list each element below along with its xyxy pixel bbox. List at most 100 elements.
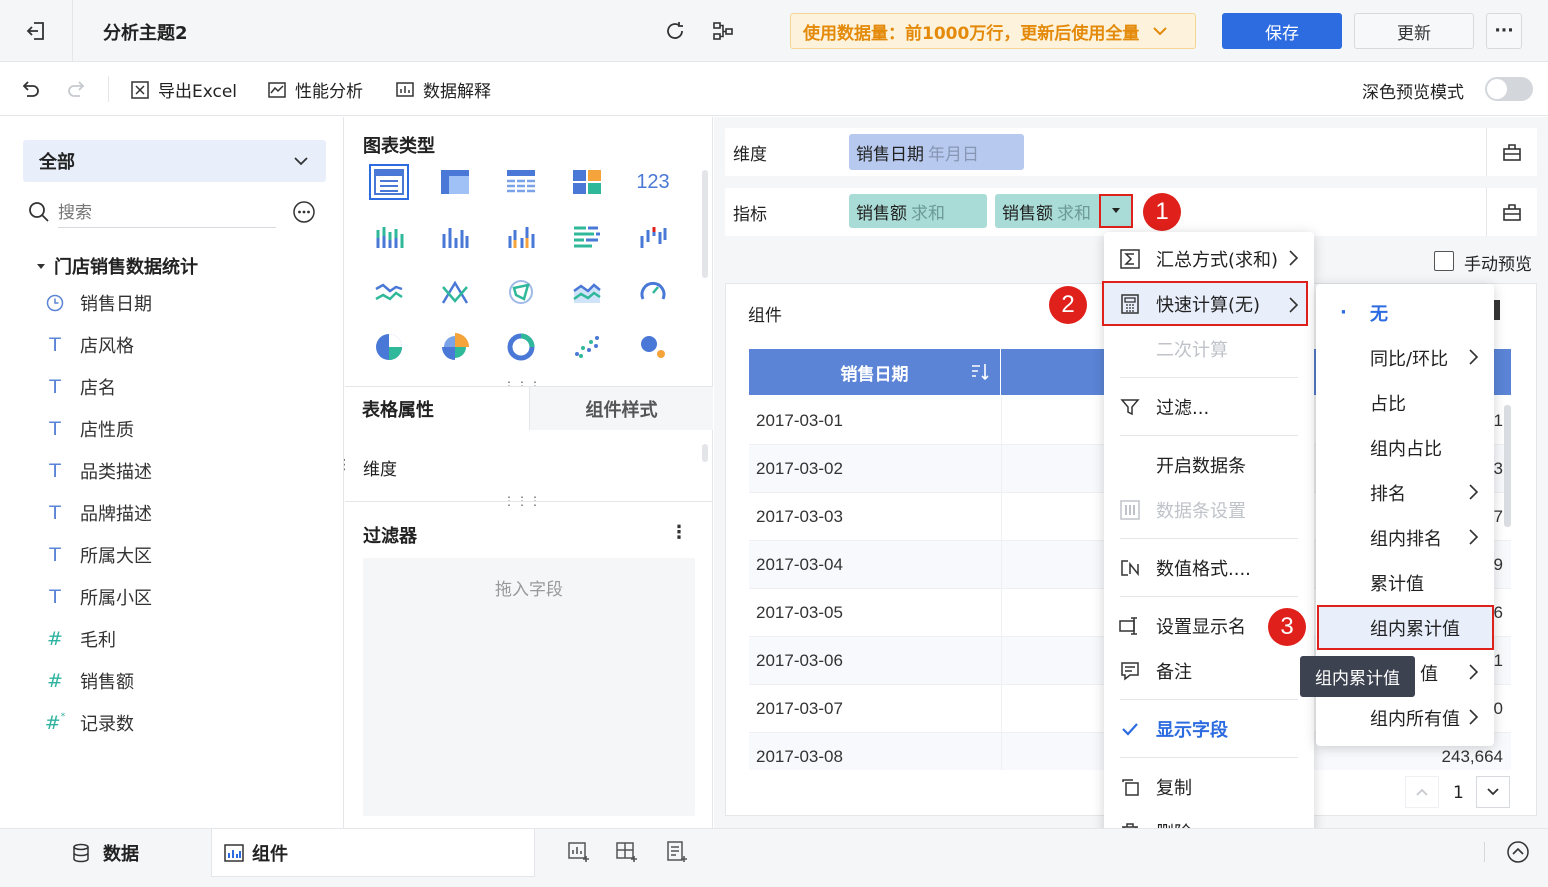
data-explain-button[interactable]: 数据解释 <box>395 77 491 102</box>
submenu-item-rank[interactable]: 排名 <box>1316 470 1494 515</box>
add-component-icon[interactable] <box>567 840 591 864</box>
menu-divider <box>1120 538 1298 539</box>
exit-icon[interactable] <box>24 18 50 44</box>
performance-analysis-button[interactable]: 性能分析 <box>267 77 363 102</box>
tab-component-style[interactable]: 组件样式 <box>529 387 713 430</box>
relation-icon[interactable] <box>711 19 735 43</box>
field-item[interactable]: T 所属小区 <box>44 576 324 618</box>
pie-chart-icon[interactable] <box>369 329 409 365</box>
field-item[interactable]: T 店性质 <box>44 408 324 450</box>
measure-pill[interactable]: 销售额 求和 <box>849 194 987 228</box>
multi-column-icon[interactable] <box>501 219 541 255</box>
data-usage-notice[interactable]: 使用数据量：前1000万行，更新后使用全量 <box>790 13 1196 49</box>
pill-dropdown-button[interactable] <box>1099 194 1133 228</box>
detail-table-icon[interactable] <box>501 164 541 200</box>
menu-label: 过滤... <box>1156 397 1210 419</box>
pager-next-icon[interactable] <box>1476 776 1510 808</box>
menu-item-show-field[interactable]: 显示字段 <box>1104 706 1314 751</box>
collapse-up-icon[interactable] <box>1506 840 1530 864</box>
grouped-bar-icon[interactable] <box>369 219 409 255</box>
menu-item-aggregation[interactable]: 汇总方式(求和) <box>1104 236 1314 281</box>
submenu-item-percent[interactable]: 占比 <box>1316 380 1494 425</box>
save-button[interactable]: 保存 <box>1222 13 1342 49</box>
undo-icon[interactable] <box>19 78 41 100</box>
dimension-settings-icon[interactable] <box>1486 128 1536 176</box>
caret-down-icon <box>1111 207 1121 215</box>
radar-chart-icon[interactable] <box>501 274 541 310</box>
field-item[interactable]: T 店名 <box>44 366 324 408</box>
submenu-item-group-percent[interactable]: 组内占比 <box>1316 425 1494 470</box>
field-search-input[interactable] <box>58 198 276 228</box>
tab-table-props[interactable]: 表格属性 <box>345 387 529 430</box>
field-item[interactable]: # 销售额 <box>44 660 324 702</box>
number-card-icon[interactable]: 123 <box>633 164 673 200</box>
submenu-scrollbar[interactable] <box>1494 300 1500 320</box>
field-item[interactable]: 销售日期 <box>44 282 324 324</box>
kpi-card-icon[interactable] <box>567 164 607 200</box>
donut-chart-icon[interactable] <box>501 329 541 365</box>
refresh-icon[interactable] <box>663 19 687 43</box>
table-scrollbar[interactable] <box>1504 405 1511 527</box>
bottom-tab-data[interactable]: 数据 <box>0 829 210 877</box>
sort-icon[interactable] <box>970 362 990 382</box>
menu-item-note[interactable]: 备注 <box>1104 648 1314 693</box>
column-chart-icon[interactable] <box>435 219 475 255</box>
filter-more-icon[interactable]: ⋮ <box>670 522 688 543</box>
number-icon: # <box>47 628 63 650</box>
dataset-node[interactable]: 门店销售数据统计 <box>36 253 198 279</box>
property-scrollbar[interactable] <box>702 444 708 462</box>
menu-item-quick-calc[interactable]: 快速计算(无) <box>1102 281 1308 326</box>
bubble-chart-icon[interactable] <box>633 329 673 365</box>
scope-select[interactable]: 全部 <box>23 140 326 182</box>
bar-chart-icon[interactable] <box>567 219 607 255</box>
export-excel-button[interactable]: 导出Excel <box>130 77 237 102</box>
rose-chart-icon[interactable] <box>435 329 475 365</box>
manual-preview-checkbox[interactable] <box>1434 251 1454 271</box>
submenu-item-group-rank[interactable]: 组内排名 <box>1316 515 1494 560</box>
line-chart-icon[interactable] <box>369 274 409 310</box>
update-button[interactable]: 更新 <box>1354 13 1474 49</box>
waterfall-chart-icon[interactable] <box>633 219 673 255</box>
field-item[interactable]: T 品牌描述 <box>44 492 324 534</box>
menu-label: 备注 <box>1156 661 1192 683</box>
cross-table-icon[interactable] <box>435 164 475 200</box>
menu-item-filter[interactable]: 过滤... <box>1104 384 1314 429</box>
more-options-icon[interactable] <box>292 200 316 224</box>
field-item[interactable]: T 品类描述 <box>44 450 324 492</box>
add-report-icon[interactable] <box>665 840 689 864</box>
submenu-item-group-all[interactable]: 组内所有值 <box>1316 695 1494 740</box>
field-item[interactable]: # 毛利 <box>44 618 324 660</box>
add-dashboard-icon[interactable] <box>615 840 639 864</box>
gauge-chart-icon[interactable] <box>633 274 673 310</box>
field-item[interactable]: # * 记录数 <box>44 702 324 744</box>
dark-preview-toggle[interactable] <box>1485 77 1533 101</box>
field-label: 店性质 <box>80 420 134 441</box>
dimension-pill[interactable]: 销售日期 年月日 <box>849 134 1024 170</box>
filter-drop-zone[interactable]: 拖入字段 <box>363 558 695 816</box>
area-chart-icon[interactable] <box>567 274 607 310</box>
menu-item-databar-on[interactable]: 开启数据条 <box>1104 442 1314 487</box>
scatter-chart-icon[interactable] <box>567 329 607 365</box>
redo-icon[interactable] <box>66 78 88 100</box>
clock-icon <box>44 294 66 312</box>
submenu-item-yoy[interactable]: 同比/环比 <box>1316 335 1494 380</box>
more-button[interactable]: ··· <box>1486 13 1522 49</box>
measure-settings-icon[interactable] <box>1486 188 1536 236</box>
submenu-item-none[interactable]: · 无 <box>1316 290 1494 335</box>
menu-item-copy[interactable]: 复制 <box>1104 764 1314 809</box>
field-item[interactable]: T 所属大区 <box>44 534 324 576</box>
submenu-item-group-cumulative[interactable]: 组内累计值 <box>1317 605 1494 650</box>
value-cell: 9 <box>1493 554 1503 574</box>
text-icon: T <box>49 586 61 608</box>
submenu-item-cumulative[interactable]: 累计值 <box>1316 560 1494 605</box>
field-item[interactable]: T 店风格 <box>44 324 324 366</box>
bottom-tab-component[interactable]: 组件 <box>211 829 535 877</box>
annotation-badge-2: 2 <box>1049 286 1087 324</box>
menu-item-number-format[interactable]: 数值格式.... <box>1104 545 1314 590</box>
table-chart-icon[interactable] <box>369 164 409 200</box>
chart-grid-scrollbar[interactable] <box>702 170 708 278</box>
pager-prev-icon[interactable] <box>1405 776 1439 808</box>
scatter-line-icon[interactable] <box>435 274 475 310</box>
field-label: 品类描述 <box>80 462 152 483</box>
header-cell-sales-date[interactable]: 销售日期 <box>749 349 1001 395</box>
